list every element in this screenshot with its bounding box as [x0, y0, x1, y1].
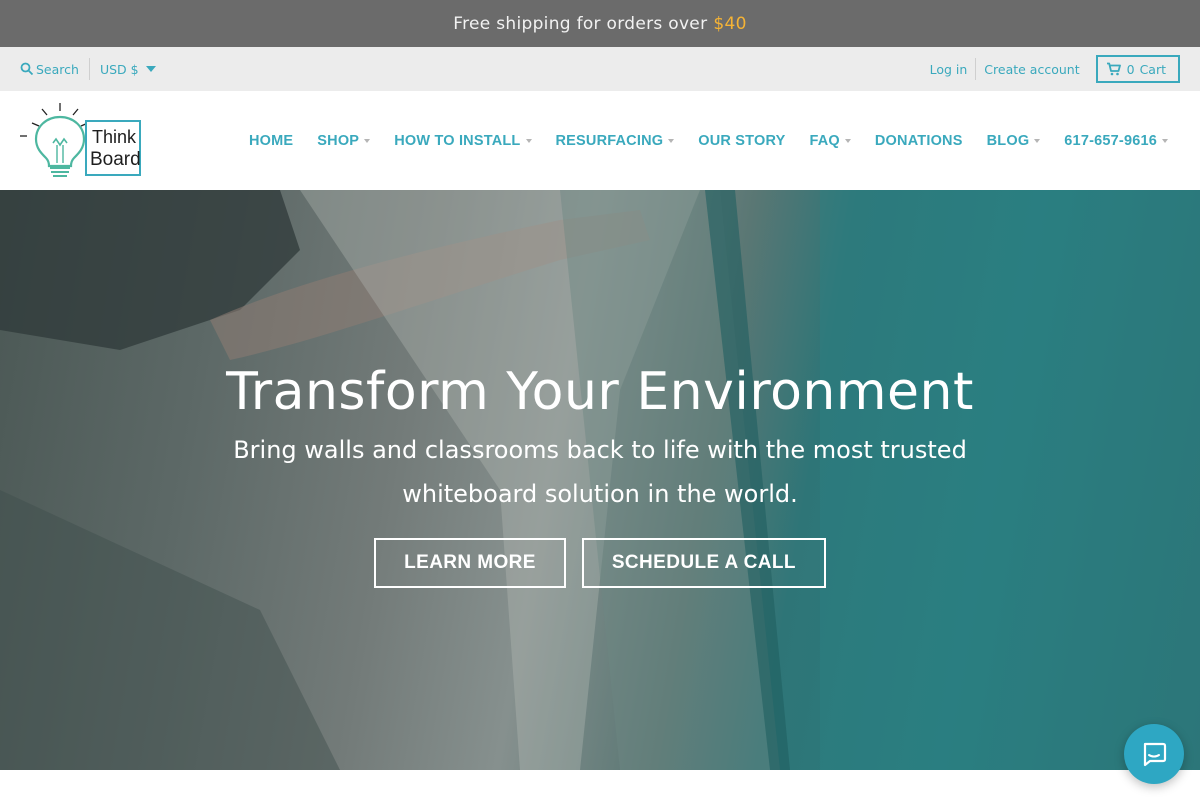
hero-subtitle: Bring walls and classrooms back to life … — [233, 436, 967, 508]
nav-label: Donations — [874, 132, 963, 149]
schedule-call-button[interactable]: Schedule a call — [581, 538, 826, 588]
logo-text-line2: Board — [90, 149, 141, 170]
cart-count: 0 — [1126, 61, 1135, 77]
currency-value: USD $ — [99, 61, 139, 77]
nav-label: Shop — [317, 132, 360, 149]
search-link[interactable]: Search — [20, 62, 79, 77]
chevron-down-icon — [364, 138, 371, 143]
utility-right: Log in Create account 0 Cart — [930, 55, 1180, 83]
chevron-down-icon — [525, 138, 532, 143]
announcement-text: Free shipping for orders over — [453, 13, 708, 34]
chat-icon — [1143, 742, 1167, 767]
chat-launcher-button[interactable] — [1124, 724, 1184, 784]
hero-buttons: Learn More Schedule a call — [0, 538, 1200, 588]
announcement-bar: Free shipping for orders over $40 — [0, 0, 1200, 47]
utility-bar: Search USD $ Log in Create account 0 Car… — [0, 47, 1200, 91]
nav-item-blog[interactable]: Blog — [987, 133, 1041, 149]
currency-selector[interactable]: USD $ — [100, 62, 156, 77]
chevron-down-icon — [1034, 138, 1041, 143]
learn-more-button[interactable]: Learn More — [374, 538, 566, 588]
cart-icon — [1106, 62, 1121, 76]
site-header: Think Board Home Shop How to install Res… — [0, 91, 1200, 190]
nav-item-home[interactable]: Home — [249, 133, 293, 149]
search-icon — [20, 62, 34, 76]
nav-label: Resurfacing — [555, 132, 664, 149]
hero-banner: Transform Your Environment Bring walls a… — [0, 190, 1200, 770]
nav-item-donations[interactable]: Donations — [875, 133, 963, 149]
hero-content: Transform Your Environment Bring walls a… — [0, 360, 1200, 588]
nav-item-resurfacing[interactable]: Resurfacing — [556, 133, 675, 149]
nav-label: Blog — [986, 132, 1030, 149]
nav-item-phone[interactable]: 617-657-9616 — [1064, 133, 1168, 149]
nav-item-our-story[interactable]: Our Story — [698, 133, 785, 149]
nav-label: Our Story — [698, 132, 786, 149]
nav-item-how-to-install[interactable]: How to install — [394, 132, 532, 149]
nav-label: FAQ — [809, 132, 840, 149]
chevron-down-icon — [668, 138, 675, 143]
chevron-down-icon — [844, 138, 851, 143]
chevron-down-icon — [145, 66, 156, 72]
cart-button[interactable]: 0 Cart — [1095, 55, 1180, 83]
nav-label: Home — [248, 132, 294, 149]
nav-label: 617-657-9616 — [1064, 132, 1157, 149]
nav-item-shop[interactable]: Shop — [317, 132, 371, 149]
nav-item-faq[interactable]: FAQ — [809, 132, 851, 149]
cart-label: Cart — [1139, 61, 1166, 77]
hero-title: Transform Your Environment — [226, 362, 974, 422]
nav-label: How to install — [394, 132, 521, 149]
announcement-amount: $40 — [713, 13, 747, 34]
main-nav: Home Shop How to install Resurfacing Our… — [225, 91, 1168, 190]
search-label: Search — [36, 61, 79, 77]
utility-divider — [88, 58, 90, 80]
utility-divider — [975, 58, 977, 80]
create-account-link[interactable]: Create account — [984, 62, 1079, 77]
chevron-down-icon — [1162, 138, 1168, 143]
login-link[interactable]: Log in — [930, 62, 968, 77]
utility-left: Search USD $ — [20, 58, 156, 80]
lightbulb-logo[interactable]: Think Board — [20, 101, 142, 181]
logo-text-line1: Think — [92, 127, 137, 147]
